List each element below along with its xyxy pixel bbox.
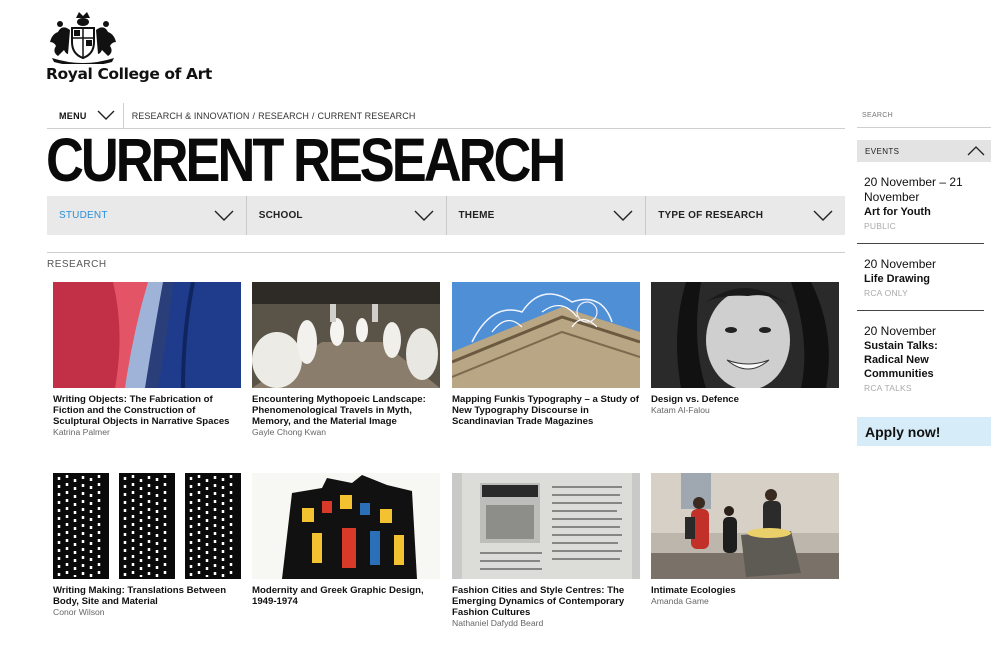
filter-label: THEME xyxy=(458,210,495,221)
section-label: RESEARCH xyxy=(47,259,107,270)
breadcrumb-current: CURRENT RESEARCH xyxy=(317,110,416,121)
research-thumbnail[interactable] xyxy=(452,282,640,388)
research-thumbnail[interactable] xyxy=(53,282,241,388)
research-author: Conor Wilson xyxy=(53,607,105,617)
menu-button[interactable]: MENU xyxy=(47,103,124,128)
events-label: EVENTS xyxy=(865,146,900,156)
research-card[interactable]: Intimate Ecologies Amanda Game xyxy=(651,473,839,607)
research-author: Nathaniel Dafydd Beard xyxy=(452,618,544,628)
event-date: 20 November – 21 November xyxy=(864,175,963,204)
event-date: 20 November xyxy=(864,257,937,271)
breadcrumb: RESEARCH & INNOVATION / RESEARCH / CURRENT R… xyxy=(131,110,416,121)
chevron-up-icon xyxy=(967,146,985,156)
research-title[interactable]: Modernity and Greek Graphic Design, 1949… xyxy=(252,585,440,607)
search-input[interactable] xyxy=(857,104,991,128)
research-title[interactable]: Writing Making: Translations Between Bod… xyxy=(53,585,241,607)
research-title[interactable]: Mapping Funkis Typography – a Study of N… xyxy=(452,394,640,427)
chevron-down-icon xyxy=(813,210,833,221)
event-title[interactable]: Sustain Talks: Radical New Communities xyxy=(864,339,976,381)
research-author: Amanda Game xyxy=(651,596,709,606)
research-card[interactable]: Modernity and Greek Graphic Design, 1949… xyxy=(252,473,440,607)
research-title[interactable]: Design vs. Defence xyxy=(651,394,839,405)
research-author: Katrina Palmer xyxy=(53,427,110,437)
research-card[interactable]: Mapping Funkis Typography – a Study of N… xyxy=(452,282,640,427)
research-thumbnail[interactable] xyxy=(651,473,839,579)
chevron-down-icon xyxy=(97,110,115,120)
research-title[interactable]: Intimate Ecologies xyxy=(651,585,839,596)
filter-label: STUDENT xyxy=(59,210,108,221)
research-card[interactable]: Encountering Mythopoeic Landscape: Pheno… xyxy=(252,282,440,438)
event-title[interactable]: Life Drawing xyxy=(864,272,976,286)
section-divider xyxy=(47,252,845,253)
research-card[interactable]: Writing Making: Translations Between Bod… xyxy=(53,473,241,618)
research-card[interactable]: Writing Objects: The Fabrication of Fict… xyxy=(53,282,241,438)
research-title[interactable]: Encountering Mythopoeic Landscape: Pheno… xyxy=(252,394,440,427)
filter-theme[interactable]: THEME xyxy=(447,196,647,235)
page-title: CURRENT RESEARCH xyxy=(46,126,566,194)
research-title[interactable]: Writing Objects: The Fabrication of Fict… xyxy=(53,394,241,427)
research-thumbnail[interactable] xyxy=(252,473,440,579)
event-item[interactable]: 20 November – 21 November Art for Youth … xyxy=(857,162,984,244)
research-card[interactable]: Fashion Cities and Style Centres: The Em… xyxy=(452,473,640,629)
filter-school[interactable]: SCHOOL xyxy=(247,196,447,235)
event-date: 20 November xyxy=(864,324,937,338)
royal-crest-icon xyxy=(50,12,116,64)
sidebar: EVENTS 20 November – 21 November Art for… xyxy=(857,104,992,446)
event-tag: RCA TALKS xyxy=(864,383,912,393)
filter-label: SCHOOL xyxy=(258,210,303,221)
research-author: Gayle Chong Kwan xyxy=(252,427,327,437)
filter-bar: STUDENT SCHOOL THEME TYPE OF RESEARCH xyxy=(47,196,845,235)
event-tag: PUBLIC xyxy=(864,221,896,231)
chevron-down-icon xyxy=(613,210,633,221)
research-thumbnail[interactable] xyxy=(452,473,640,579)
chevron-down-icon xyxy=(214,210,234,221)
menu-label: MENU xyxy=(59,110,87,121)
event-item[interactable]: 20 November Life Drawing RCA ONLY xyxy=(857,244,984,311)
event-title[interactable]: Art for Youth xyxy=(864,205,976,219)
events-toggle[interactable]: EVENTS xyxy=(857,140,991,162)
breadcrumb-link-research-innovation[interactable]: RESEARCH & INNOVATION xyxy=(132,111,250,121)
research-title[interactable]: Fashion Cities and Style Centres: The Em… xyxy=(452,585,640,618)
research-thumbnail[interactable] xyxy=(651,282,839,388)
apply-now-button[interactable]: Apply now! xyxy=(857,417,991,446)
research-thumbnail[interactable] xyxy=(252,282,440,388)
event-item[interactable]: 20 November Sustain Talks: Radical New C… xyxy=(857,311,984,405)
site-logo[interactable]: Royal College of Art xyxy=(46,10,216,83)
breadcrumb-link-research[interactable]: RESEARCH xyxy=(258,111,309,121)
filter-type-of-research[interactable]: TYPE OF RESEARCH xyxy=(646,196,845,235)
event-tag: RCA ONLY xyxy=(864,288,908,298)
research-author: Katam Al-Falou xyxy=(651,405,710,415)
filter-label: TYPE OF RESEARCH xyxy=(658,210,764,221)
chevron-down-icon xyxy=(414,210,433,221)
filter-student[interactable]: STUDENT xyxy=(47,196,247,235)
logo-wordmark: Royal College of Art xyxy=(46,65,212,83)
research-thumbnail[interactable] xyxy=(53,473,241,579)
research-card[interactable]: Design vs. Defence Katam Al-Falou xyxy=(651,282,839,416)
